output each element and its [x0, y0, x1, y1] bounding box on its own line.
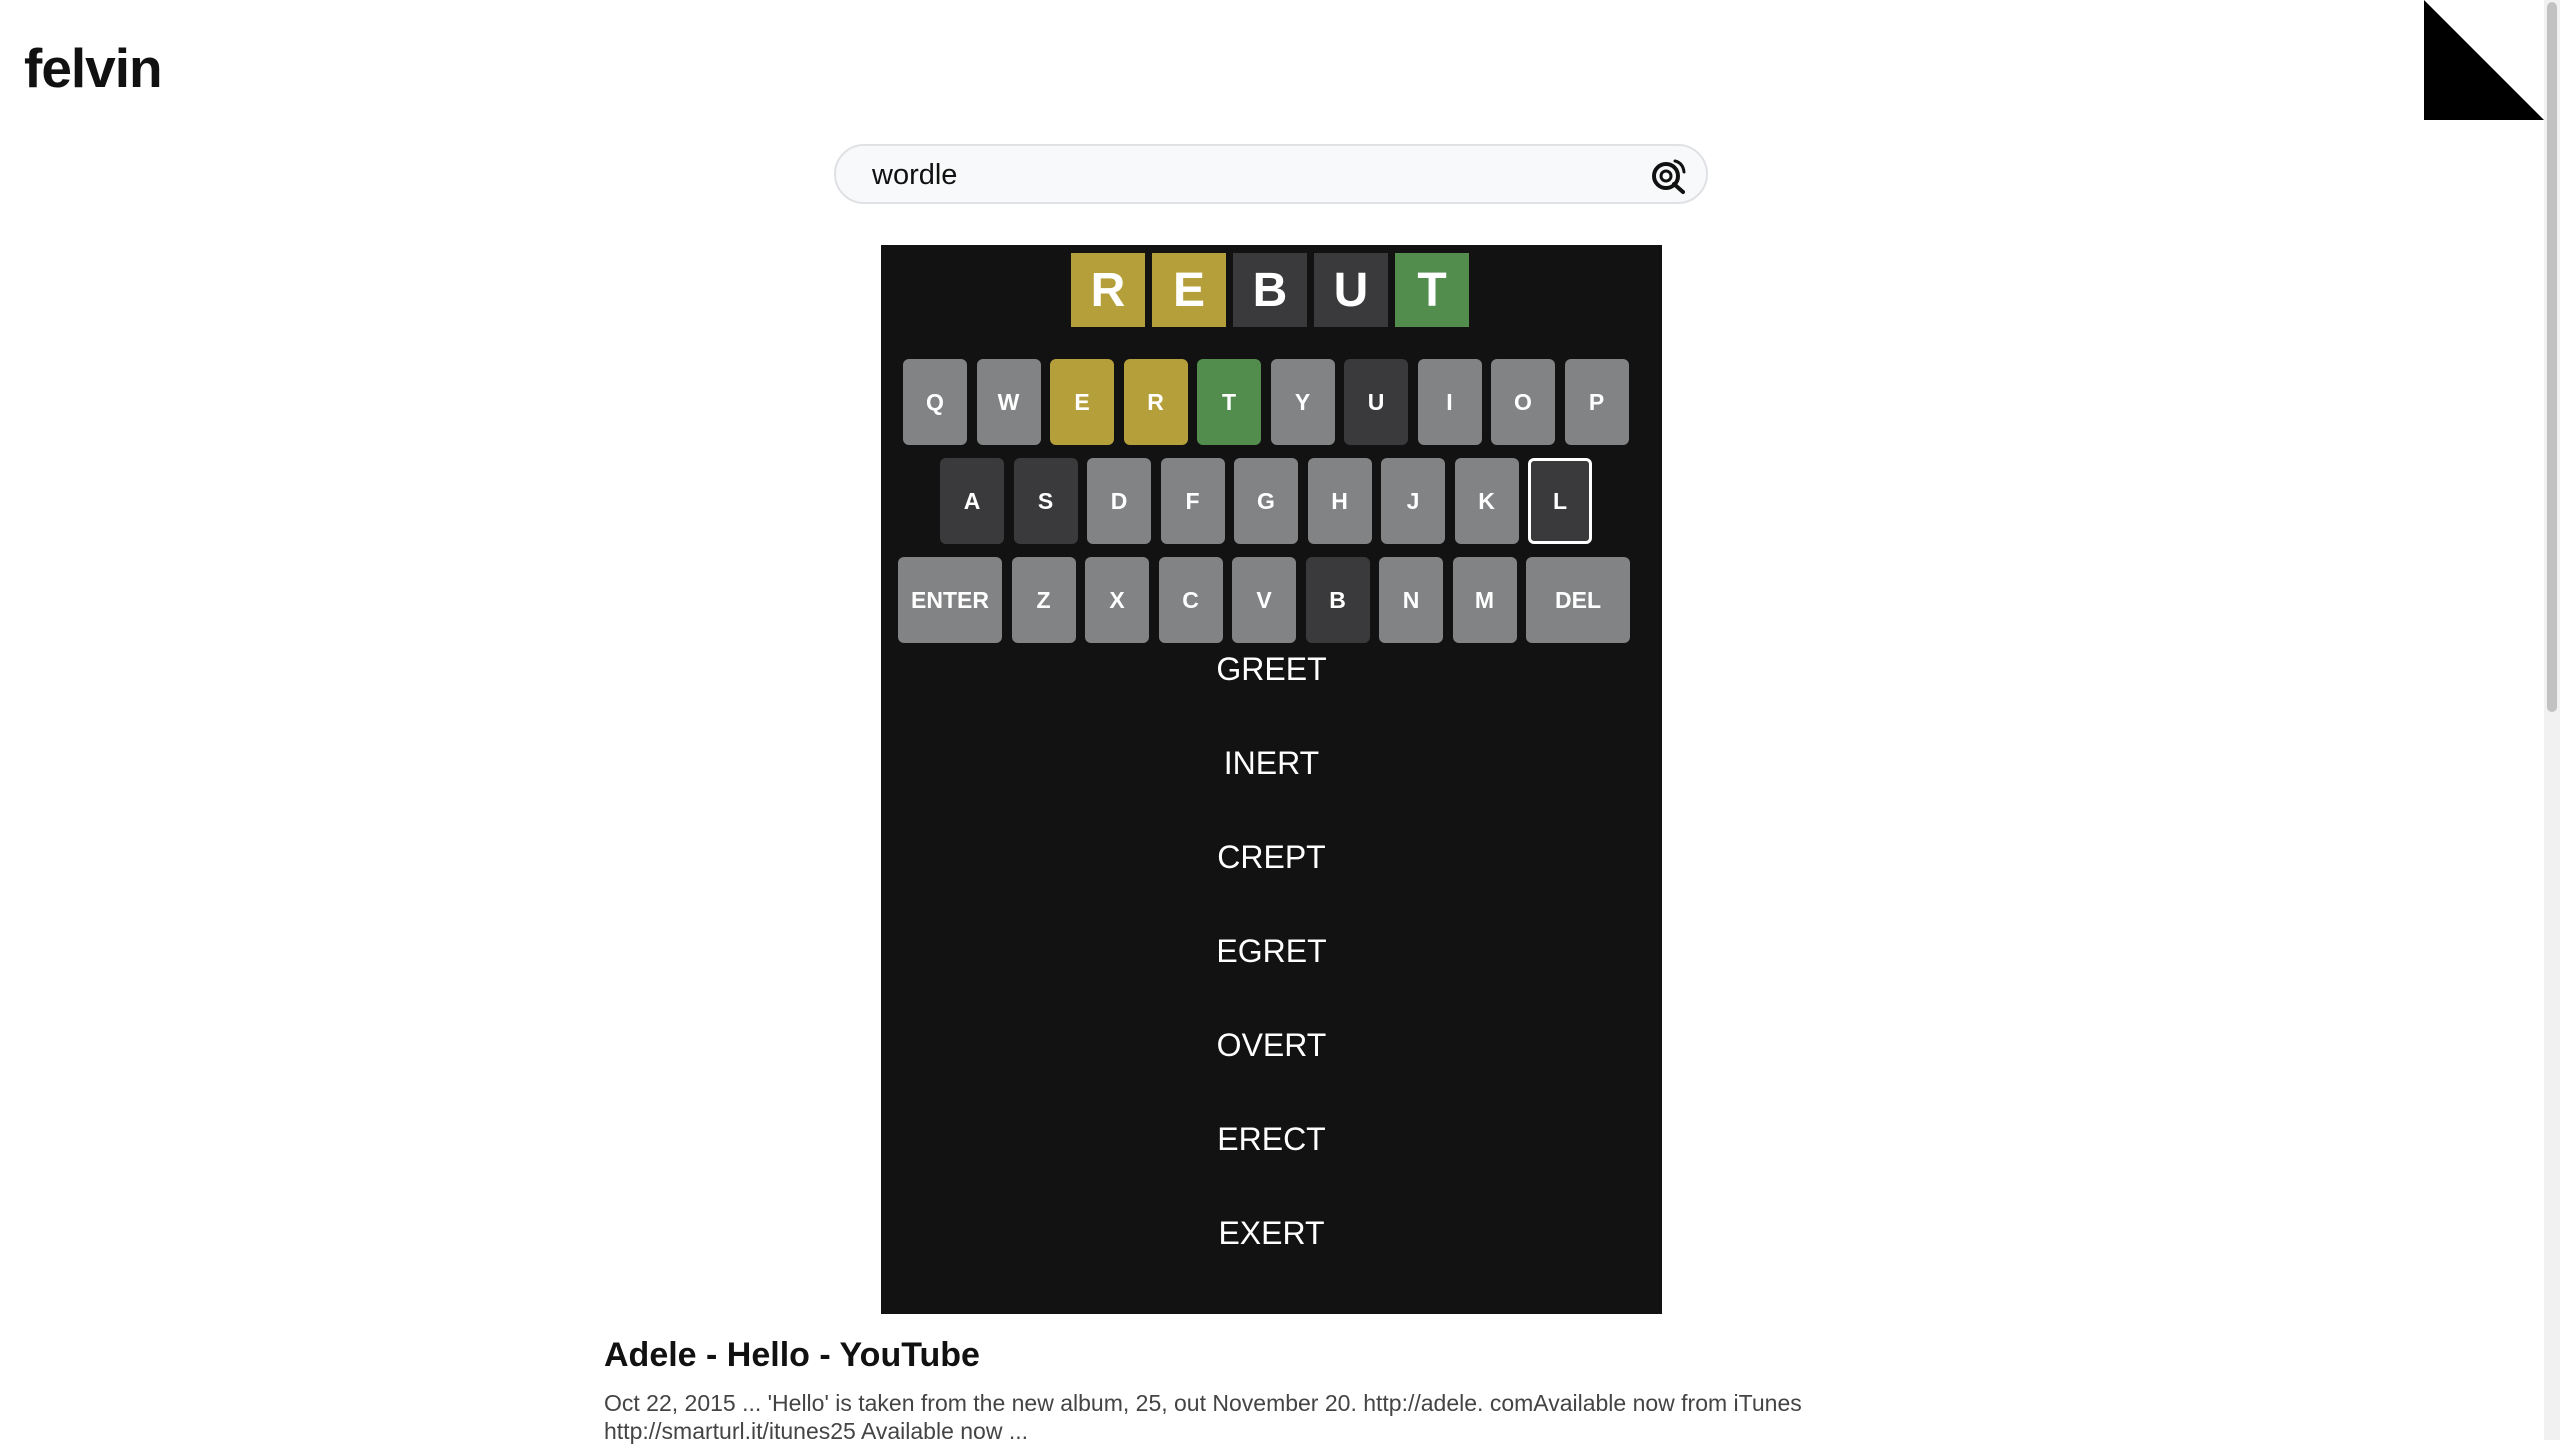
key-p[interactable]: P	[1564, 359, 1629, 445]
key-d[interactable]: D	[1087, 458, 1151, 544]
key-l[interactable]: L	[1528, 458, 1592, 544]
key-v[interactable]: V	[1232, 557, 1296, 643]
key-x[interactable]: X	[1085, 557, 1149, 643]
key-enter[interactable]: ENTER	[898, 557, 1002, 643]
key-z[interactable]: Z	[1011, 557, 1076, 643]
guess-tile: T	[1395, 253, 1469, 327]
wordle-widget: REBUT Q W E R T Y U I O P A S D F G H J K L ENTER Z X C V B N M DEL…	[881, 245, 1662, 1314]
key-t[interactable]: T	[1197, 359, 1261, 445]
key-e[interactable]: E	[1050, 359, 1114, 445]
key-h[interactable]: H	[1307, 458, 1372, 544]
key-j[interactable]: J	[1381, 458, 1445, 544]
suggestion-word: ERECT	[1217, 1121, 1326, 1157]
key-f[interactable]: F	[1160, 458, 1225, 544]
suggestion-word: CREPT	[1217, 839, 1326, 875]
key-s[interactable]: S	[1013, 458, 1078, 544]
result-title-link[interactable]: Adele - Hello - YouTube	[604, 1336, 1864, 1375]
key-c[interactable]: C	[1158, 557, 1223, 643]
suggestion-word: INERT	[1223, 745, 1320, 781]
keyboard-row: ASDFGHJKL	[881, 458, 1662, 544]
key-y[interactable]: Y	[1270, 359, 1335, 445]
guess-tile: R	[1071, 253, 1145, 327]
guess-tile: U	[1314, 253, 1388, 327]
suggestion-word: OVERT	[1216, 1027, 1327, 1063]
key-w[interactable]: W	[976, 359, 1041, 445]
keyboard-row: QWERTYUIOP	[881, 359, 1662, 445]
key-o[interactable]: O	[1491, 359, 1555, 445]
page-scrollbar[interactable]	[2544, 0, 2560, 1440]
key-n[interactable]: N	[1379, 557, 1443, 643]
keyboard-row: ENTER Z X C V B N M DEL	[881, 557, 1662, 643]
key-b[interactable]: B	[1305, 557, 1370, 643]
guess-tile: B	[1233, 253, 1307, 327]
felvin-logo[interactable]: felvin	[24, 36, 163, 100]
key-m[interactable]: M	[1452, 557, 1517, 643]
github-icon[interactable]	[2492, 18, 2530, 56]
result-snippet: Oct 22, 2015 ... 'Hello' is taken from t…	[604, 1390, 1802, 1444]
key-k[interactable]: K	[1454, 458, 1519, 544]
suggestion-word: EXERT	[1218, 1215, 1325, 1251]
guess-row: REBUT	[1071, 253, 1469, 327]
guess-tile: E	[1152, 253, 1226, 327]
key-a[interactable]: A	[940, 458, 1004, 544]
suggestion-word: EGRET	[1216, 933, 1327, 969]
scrollbar-thumb[interactable]	[2547, 2, 2557, 712]
search-result: Adele - Hello - YouTube Oct 22, 2015 ...…	[604, 1336, 1864, 1445]
search-icon[interactable]	[1648, 155, 1688, 195]
search-bar[interactable]	[834, 144, 1708, 204]
key-r[interactable]: R	[1123, 359, 1188, 445]
suggestion-word: GREET	[1216, 651, 1327, 687]
key-g[interactable]: G	[1234, 458, 1298, 544]
github-corner[interactable]	[2424, 0, 2544, 120]
key-del[interactable]: DEL	[1526, 557, 1630, 643]
key-u[interactable]: U	[1344, 359, 1408, 445]
key-q[interactable]: Q	[903, 359, 967, 445]
key-i[interactable]: I	[1417, 359, 1482, 445]
search-input[interactable]	[870, 146, 1634, 204]
